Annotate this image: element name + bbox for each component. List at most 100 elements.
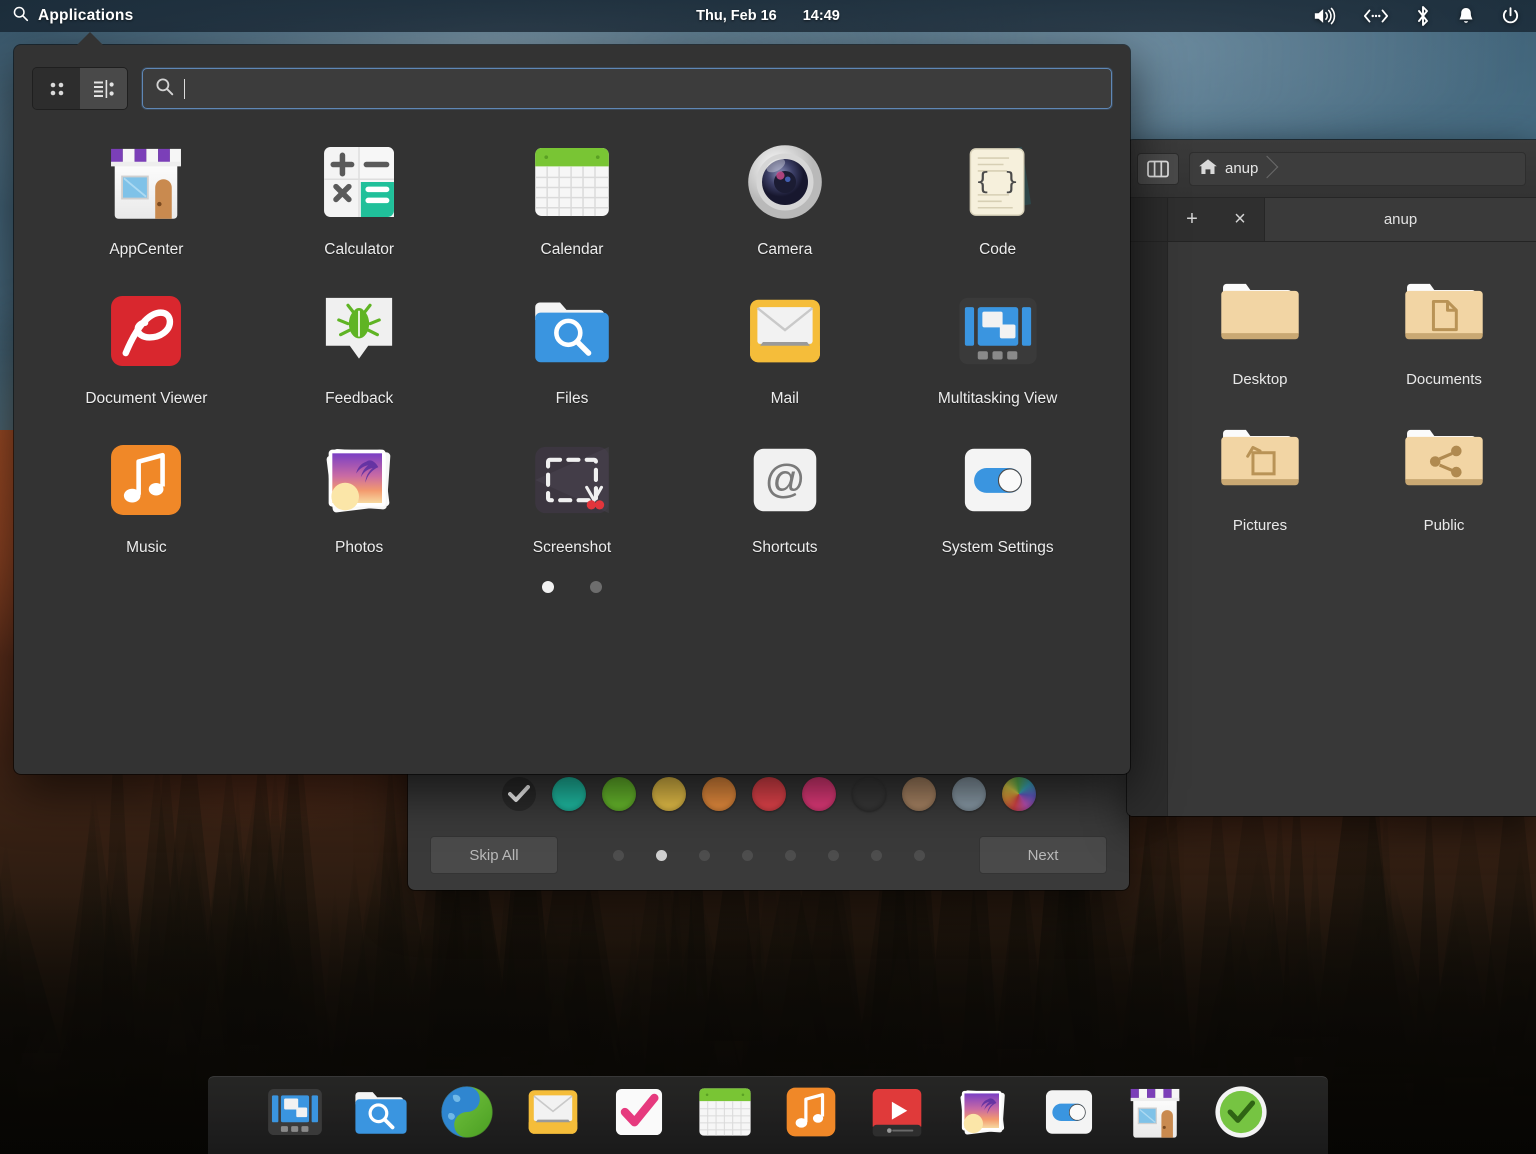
accent-swatch-orange[interactable] [702, 777, 736, 811]
dock-item-videos[interactable] [861, 1076, 933, 1148]
panel-clock[interactable]: Thu, Feb 16 14:49 [0, 8, 1536, 24]
folder-item-pictures[interactable]: Pictures [1185, 414, 1335, 534]
launcher-page-dot-2[interactable] [590, 581, 602, 593]
app-tile-system-settings[interactable]: System Settings [903, 434, 1093, 557]
search-input[interactable] [195, 80, 1099, 97]
feedback-icon [313, 285, 405, 377]
app-tile-multitasking-view[interactable]: Multitasking View [903, 285, 1093, 408]
view-mode-button[interactable] [1137, 153, 1179, 185]
wizard-page-dot-6[interactable] [828, 850, 839, 861]
folder-documents-icon [1400, 268, 1488, 356]
installer-check-icon [1209, 1080, 1273, 1144]
wizard-page-dot-3[interactable] [699, 850, 710, 861]
new-tab-button[interactable]: + [1168, 198, 1216, 241]
power-icon[interactable] [1501, 6, 1520, 26]
accent-swatch-banana[interactable] [652, 777, 686, 811]
dock-item-system-settings[interactable] [1033, 1076, 1105, 1148]
launcher-search-field[interactable] [142, 68, 1112, 109]
volume-icon[interactable] [1313, 6, 1337, 26]
app-tile-music[interactable]: Music [51, 434, 241, 557]
accent-swatch-strawberry[interactable] [752, 777, 786, 811]
dock-item-multitasking-view[interactable] [259, 1076, 331, 1148]
launcher-page-dot-1[interactable] [542, 581, 554, 593]
folder-item-documents[interactable]: Documents [1369, 268, 1519, 388]
wizard-page-dot-4[interactable] [742, 850, 753, 861]
mail-icon [521, 1080, 585, 1144]
tasks-icon [607, 1080, 671, 1144]
app-tile-appcenter[interactable]: AppCenter [51, 136, 241, 259]
wizard-page-dot-7[interactable] [871, 850, 882, 861]
app-tile-camera[interactable]: Camera [690, 136, 880, 259]
music-icon [100, 434, 192, 526]
dock-item-appcenter[interactable] [1119, 1076, 1191, 1148]
network-icon[interactable] [1363, 7, 1389, 25]
accent-swatch-grape[interactable] [852, 777, 886, 811]
app-tile-calendar[interactable]: Calendar [477, 136, 667, 259]
applications-launcher-popover[interactable]: AppCenter Calculator Calendar [14, 45, 1130, 774]
files-icon [526, 285, 618, 377]
wizard-page-dot-8[interactable] [914, 850, 925, 861]
app-tile-feedback[interactable]: Feedback [264, 285, 454, 408]
accent-swatch-mint[interactable] [552, 777, 586, 811]
files-icon [349, 1080, 413, 1144]
wizard-page-dot-5[interactable] [785, 850, 796, 861]
app-tile-document-viewer[interactable]: Document Viewer [51, 285, 241, 408]
tab-anup[interactable]: anup [1264, 198, 1536, 241]
dock-item-files[interactable] [345, 1076, 417, 1148]
dock-item-tasks[interactable] [603, 1076, 675, 1148]
grid-view-button[interactable] [33, 68, 80, 109]
dock-item-web[interactable] [431, 1076, 503, 1148]
folder-item-label: Pictures [1233, 517, 1287, 534]
launcher-page-dots [14, 581, 1130, 593]
accent-swatch-rainbow[interactable] [1002, 777, 1036, 811]
dock-item-calendar[interactable] [689, 1076, 761, 1148]
accent-swatch-bubblegum[interactable] [802, 777, 836, 811]
app-tile-label: Music [126, 539, 166, 557]
app-tile-code[interactable]: { }Code [903, 136, 1093, 259]
folder-item-public[interactable]: Public [1369, 414, 1519, 534]
calculator-icon [313, 136, 405, 228]
bluetooth-icon[interactable] [1415, 5, 1431, 27]
files-window[interactable]: anup + × anup Desktop Documents Pictures [1127, 140, 1536, 816]
close-tab-button[interactable]: × [1216, 198, 1264, 241]
multitasking-view-icon [263, 1080, 327, 1144]
app-tile-shortcuts[interactable]: @Shortcuts [690, 434, 880, 557]
applications-menu-button[interactable]: Applications [0, 0, 133, 32]
breadcrumb-item-home[interactable]: anup [1198, 153, 1274, 185]
mail-icon [739, 285, 831, 377]
path-breadcrumb-bar[interactable]: anup [1189, 152, 1526, 186]
app-tile-photos[interactable]: Photos [264, 434, 454, 557]
app-tile-files[interactable]: Files [477, 285, 667, 408]
dock-item-installer[interactable] [1205, 1076, 1277, 1148]
text-cursor [184, 79, 185, 99]
folder-public-icon [1400, 414, 1488, 502]
app-tile-label: Feedback [325, 390, 393, 408]
dock-item-photos[interactable] [947, 1076, 1019, 1148]
accent-swatch-slate[interactable] [952, 777, 986, 811]
document-viewer-icon [100, 285, 192, 377]
appcenter-icon [1123, 1080, 1187, 1144]
next-button[interactable]: Next [979, 836, 1107, 874]
wizard-page-dot-2[interactable] [656, 850, 667, 861]
app-tile-label: Camera [757, 241, 812, 259]
calendar-icon [526, 136, 618, 228]
app-tile-calculator[interactable]: Calculator [264, 136, 454, 259]
files-icon [526, 285, 618, 377]
file-icon-grid: Desktop Documents Pictures Public [1168, 242, 1536, 816]
app-tile-screenshot[interactable]: Screenshot [477, 434, 667, 557]
accent-swatch-default[interactable] [502, 777, 536, 811]
app-tile-mail[interactable]: Mail [690, 285, 880, 408]
skip-all-button[interactable]: Skip All [430, 836, 558, 874]
accent-swatch-cocoa[interactable] [902, 777, 936, 811]
wizard-footer: Skip All Next [408, 820, 1129, 890]
dock-item-mail[interactable] [517, 1076, 589, 1148]
notifications-bell-icon[interactable] [1457, 6, 1475, 26]
files-sidebar[interactable] [1127, 242, 1168, 816]
folder-item-desktop[interactable]: Desktop [1185, 268, 1335, 388]
tasks-icon [607, 1080, 671, 1144]
wizard-page-dot-1[interactable] [613, 850, 624, 861]
accent-swatch-lime[interactable] [602, 777, 636, 811]
category-view-button[interactable] [80, 68, 127, 109]
multitasking-view-icon [952, 285, 1044, 377]
dock-item-music[interactable] [775, 1076, 847, 1148]
